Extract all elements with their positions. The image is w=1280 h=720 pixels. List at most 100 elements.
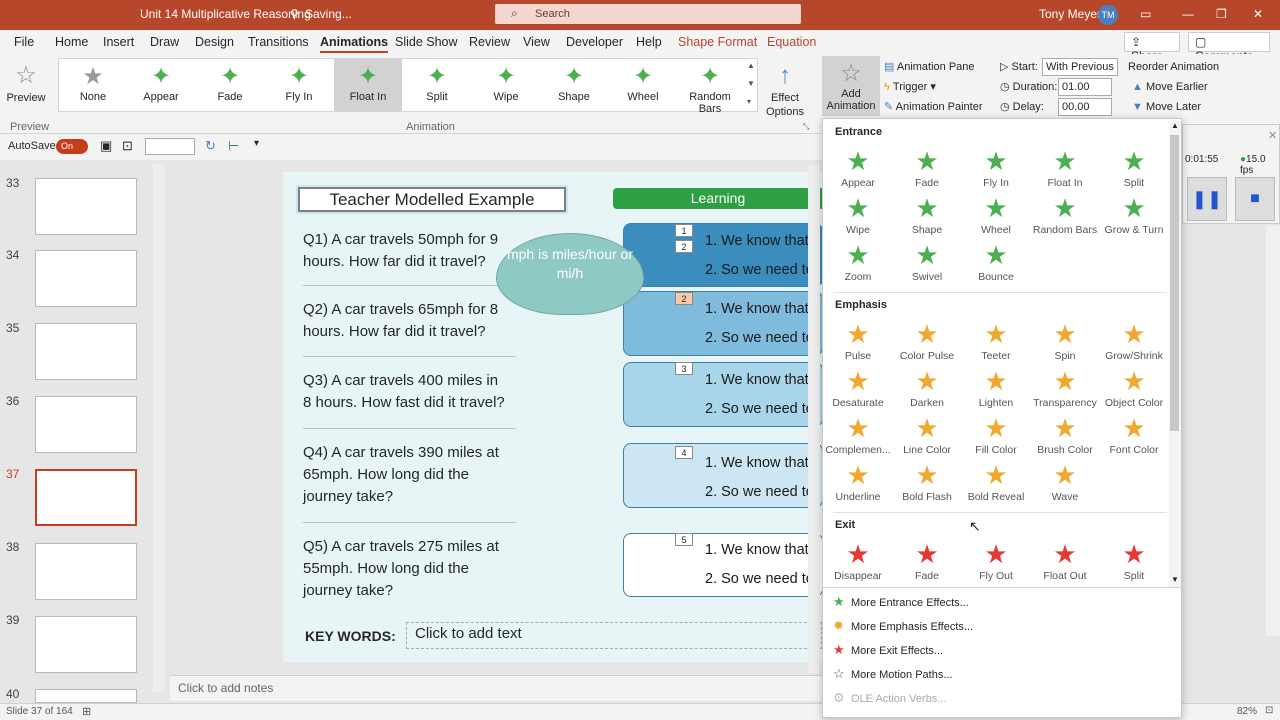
slide-thumb-39[interactable] bbox=[35, 616, 137, 673]
emphasis-effect-item[interactable]: ★ Pulse bbox=[824, 318, 892, 362]
more-motion-paths[interactable]: ☆ More Motion Paths... bbox=[833, 666, 953, 682]
gallery-expand-icon[interactable]: ▾ bbox=[747, 97, 751, 106]
gallery-wheel[interactable]: ✦ Wheel bbox=[609, 59, 677, 111]
right-scrollbar[interactable] bbox=[1266, 226, 1280, 636]
slide-thumb-38[interactable] bbox=[35, 543, 137, 600]
question-4-line3[interactable]: journey take? bbox=[303, 486, 518, 508]
entrance-effect-item[interactable]: ★ Fade bbox=[893, 145, 961, 189]
emphasis-effect-item[interactable]: ★ Grow/Shrink bbox=[1100, 318, 1168, 362]
restore-icon[interactable]: ❐ bbox=[1216, 7, 1227, 21]
emphasis-effect-item[interactable]: ★ Fill Color bbox=[962, 412, 1030, 456]
exit-effect-item[interactable]: ★ Disappear bbox=[824, 538, 892, 582]
minimize-icon[interactable]: — bbox=[1182, 7, 1194, 21]
entrance-effect-item[interactable]: ★ Bounce bbox=[962, 239, 1030, 283]
animation-pane-button[interactable]: ▤ Animation Pane bbox=[884, 60, 975, 73]
present-icon[interactable]: ⊡ bbox=[122, 138, 133, 154]
search-box[interactable]: ⌕ Search bbox=[495, 4, 801, 24]
close-icon[interactable]: ✕ bbox=[1253, 7, 1263, 21]
emphasis-effect-item[interactable]: ★ Brush Color bbox=[1031, 412, 1099, 456]
entrance-effect-item[interactable]: ★ Random Bars bbox=[1031, 192, 1099, 236]
exit-effect-item[interactable]: ★ Split bbox=[1100, 538, 1168, 582]
close-icon[interactable]: ✕ bbox=[1268, 129, 1277, 142]
entrance-effect-item[interactable]: ★ Shape bbox=[893, 192, 961, 236]
animation-tag[interactable]: 4 bbox=[675, 446, 693, 459]
gallery-up-icon[interactable]: ▲ bbox=[747, 61, 755, 70]
tab-insert[interactable]: Insert bbox=[103, 35, 134, 49]
slide-thumb-33[interactable] bbox=[35, 178, 137, 235]
emphasis-effect-item[interactable]: ★ Bold Flash bbox=[893, 459, 961, 503]
question-3[interactable]: Q3) A car travels 400 miles in bbox=[303, 370, 518, 392]
pause-icon[interactable]: ❚❚ bbox=[1187, 177, 1227, 221]
emphasis-effect-item[interactable]: ★ Line Color bbox=[893, 412, 961, 456]
emphasis-effect-item[interactable]: ★ Color Pulse bbox=[893, 318, 961, 362]
effect-options-button[interactable]: ↑ Effect Options bbox=[762, 58, 808, 118]
trigger-button[interactable]: ϟ Trigger ▾ bbox=[884, 80, 936, 93]
slide-heading[interactable]: Teacher Modelled Example bbox=[298, 187, 566, 212]
pin-icon[interactable]: ⚲ bbox=[290, 7, 299, 21]
move-later-button[interactable]: ▼ Move Later bbox=[1132, 101, 1201, 113]
emphasis-effect-item[interactable]: ★ Underline bbox=[824, 459, 892, 503]
exit-effect-item[interactable]: ★ Fly Out bbox=[962, 538, 1030, 582]
entrance-effect-item[interactable]: ★ Wheel bbox=[962, 192, 1030, 236]
tab-help[interactable]: Help bbox=[636, 35, 662, 49]
gallery-fade[interactable]: ✦ Fade bbox=[196, 59, 264, 111]
entrance-effect-item[interactable]: ★ Fly In bbox=[962, 145, 1030, 189]
gallery-none[interactable]: ★ None bbox=[59, 59, 127, 111]
emphasis-effect-item[interactable]: ★ Complemen... bbox=[824, 412, 892, 456]
gallery-shape[interactable]: ✦ Shape bbox=[540, 59, 608, 111]
move-earlier-button[interactable]: ▲ Move Earlier bbox=[1132, 81, 1208, 93]
learning-banner[interactable]: Learning bbox=[613, 188, 823, 209]
zoom-level[interactable]: 82% bbox=[1237, 706, 1257, 717]
cloud-callout[interactable]: mph is miles/hour or mi/h bbox=[496, 233, 644, 315]
animation-tag[interactable]: 2 bbox=[675, 292, 693, 305]
emphasis-effect-item[interactable]: ★ Spin bbox=[1031, 318, 1099, 362]
entrance-effect-item[interactable]: ★ Split bbox=[1100, 145, 1168, 189]
ribbon-display-icon[interactable]: ▭ bbox=[1140, 7, 1151, 21]
emphasis-effect-item[interactable]: ★ Teeter bbox=[962, 318, 1030, 362]
slide-scrollbar[interactable] bbox=[808, 166, 820, 673]
accessibility-icon[interactable]: ⊞ bbox=[82, 705, 91, 718]
question-4[interactable]: Q4) A car travels 390 miles at bbox=[303, 442, 518, 464]
tab-design[interactable]: Design bbox=[195, 35, 234, 49]
tab-review[interactable]: Review bbox=[469, 35, 510, 49]
entrance-effect-item[interactable]: ★ Appear bbox=[824, 145, 892, 189]
entrance-effect-item[interactable]: ★ Zoom bbox=[824, 239, 892, 283]
more-emphasis-effects[interactable]: ✸ More Emphasis Effects... bbox=[833, 618, 973, 634]
tab-draw[interactable]: Draw bbox=[150, 35, 179, 49]
entrance-effect-item[interactable]: ★ Wipe bbox=[824, 192, 892, 236]
tab-slide-show[interactable]: Slide Show bbox=[395, 35, 458, 49]
emphasis-effect-item[interactable]: ★ Darken bbox=[893, 365, 961, 409]
scroll-up-icon[interactable]: ▲ bbox=[1171, 121, 1179, 130]
gallery-split[interactable]: ✦ Split bbox=[403, 59, 471, 111]
add-animation-button[interactable]: ☆ Add Animation bbox=[822, 56, 880, 116]
entrance-effect-item[interactable]: ★ Float In bbox=[1031, 145, 1099, 189]
question-5-line3[interactable]: journey take? bbox=[303, 580, 518, 602]
question-3-line2[interactable]: 8 hours. How fast did it travel? bbox=[303, 392, 518, 414]
more-entrance-effects[interactable]: ★ More Entrance Effects... bbox=[833, 594, 969, 610]
animation-tag[interactable]: 1 bbox=[675, 224, 693, 237]
tab-developer[interactable]: Developer bbox=[566, 35, 623, 49]
tab-home[interactable]: Home bbox=[55, 35, 88, 49]
customize-icon[interactable]: ▾ bbox=[254, 138, 259, 149]
animation-tag[interactable]: 3 bbox=[675, 362, 693, 375]
gallery-random-bars[interactable]: ✦ Random Bars bbox=[678, 59, 742, 115]
scroll-down-icon[interactable]: ▼ bbox=[1171, 575, 1179, 584]
emphasis-effect-item[interactable]: ★ Lighten bbox=[962, 365, 1030, 409]
animation-tag[interactable]: 2 bbox=[675, 240, 693, 253]
slide-thumb-40[interactable] bbox=[35, 689, 137, 703]
avatar[interactable]: TM bbox=[1098, 5, 1118, 25]
tab-transitions[interactable]: Transitions bbox=[248, 35, 309, 49]
dialog-launcher-icon[interactable]: ⤡ bbox=[803, 122, 809, 132]
preview-button[interactable]: ☆ Preview bbox=[6, 58, 46, 104]
dropdown-scrollbar[interactable]: ▲ ▼ bbox=[1169, 121, 1181, 587]
align-icon[interactable]: ⊢ bbox=[228, 138, 239, 154]
gallery-float-in[interactable]: ✦ Float In bbox=[334, 59, 402, 111]
question-4-line2[interactable]: 65mph. How long did the bbox=[303, 464, 518, 486]
more-exit-effects[interactable]: ★ More Exit Effects... bbox=[833, 642, 943, 658]
font-size-select[interactable] bbox=[145, 138, 195, 155]
gallery-wipe[interactable]: ✦ Wipe bbox=[472, 59, 540, 111]
tab-animations[interactable]: Animations bbox=[320, 35, 389, 53]
animation-tag[interactable]: 5 bbox=[675, 533, 693, 546]
animation-painter-button[interactable]: ✎ Animation Painter bbox=[884, 100, 983, 113]
keywords-placeholder[interactable]: Click to add text bbox=[406, 622, 822, 649]
